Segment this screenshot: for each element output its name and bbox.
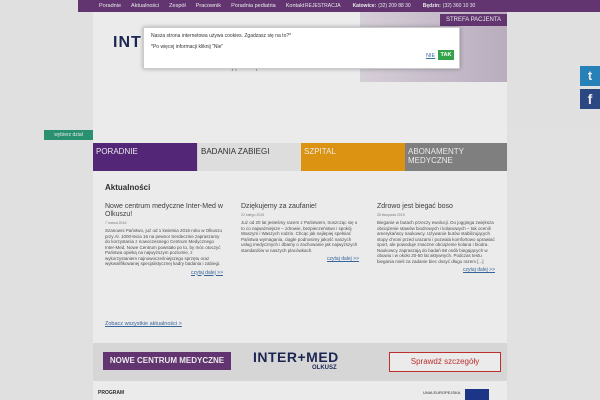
banner-brand-logo: INTER+MED <box>253 349 339 365</box>
registration-label: REJESTRACJA <box>305 3 341 9</box>
read-more-link[interactable]: czytaj dalej >> <box>241 256 359 262</box>
banner-brand-sub: OLKUSZ <box>312 365 337 371</box>
nav-item-aktualnosci[interactable]: Aktualności <box>126 0 164 12</box>
banner-cta-button[interactable]: Sprawdź szczegóły <box>389 352 501 372</box>
cookie-message: Nasza strona internetowa używa cookies. … <box>151 33 292 39</box>
bedzin-label: Będzin: <box>422 3 441 9</box>
program-logo: PROGRAM <box>98 390 125 396</box>
cookie-yes-button[interactable]: TAK <box>438 50 454 60</box>
nav-item-zespol[interactable]: Zespół <box>164 0 191 12</box>
news-date: 7 marca 2016 <box>105 221 127 225</box>
select-department-button[interactable]: wybierz dział <box>44 130 93 140</box>
read-more-link[interactable]: czytaj dalej >> <box>105 270 223 276</box>
news-heading: Aktualności <box>105 183 151 192</box>
cookie-dialog: Nasza strona internetowa używa cookies. … <box>143 27 460 69</box>
footer: PROGRAM UNIA EUROPEJSKA <box>93 388 507 400</box>
main-menu: Poradnie Aktualności Zespół Pracownik Po… <box>94 0 309 12</box>
tab-badania-zabiegi[interactable]: BADANIA ZABIEGI <box>197 143 301 171</box>
nav-item-pracownik[interactable]: Pracownik <box>191 0 226 12</box>
news-item: Nowe centrum medyczne Inter-Med w Olkusz… <box>105 203 223 276</box>
news-date: 22 lutego 2016 <box>241 213 265 217</box>
all-news-link[interactable]: Zobacz wszystkie aktualności > <box>105 321 182 327</box>
katowice-label: Katowice: <box>352 3 377 9</box>
katowice-phone: (32) 209 88 30 <box>378 3 411 9</box>
news-body: Szanowni Państwo, już od 1 kwietnia 2016… <box>105 228 223 266</box>
patient-zone-button[interactable]: STREFA PACJENTA <box>440 14 507 26</box>
tab-poradnie[interactable]: PORADNIE <box>93 143 197 171</box>
news-item: Zdrowo jest biegać boso 28 listopada 201… <box>377 203 495 273</box>
nav-item-poradnie[interactable]: Poradnie <box>94 0 126 12</box>
news-body: Już od 20 lat jesteśmy razem z Państwem,… <box>241 220 358 253</box>
news-title[interactable]: Nowe centrum medyczne Inter-Med w Olkusz… <box>105 203 223 219</box>
bedzin-phone: (32) 360 10 30 <box>442 3 476 9</box>
news-title[interactable]: Zdrowo jest biegać boso <box>377 203 495 211</box>
twitter-icon[interactable]: t <box>580 66 600 86</box>
eu-flag-icon <box>465 389 489 400</box>
news-title[interactable]: Dziękujemy za zaufanie! <box>241 203 359 211</box>
logo[interactable]: INT <box>113 34 142 52</box>
tab-szpital[interactable]: SZPITAL <box>301 143 405 171</box>
news-body: Bieganie w butach przeczy ewolucji. Do j… <box>377 220 495 264</box>
contact-bar: REJESTRACJA Katowice: (32) 209 88 30 Będ… <box>305 0 475 12</box>
promo-banner[interactable]: NOWE CENTRUM MEDYCZNE INTER+MED OLKUSZ S… <box>93 343 507 381</box>
nav-item-pediatria[interactable]: Poradnia pediatria <box>226 0 281 12</box>
news-date: 28 listopada 2015 <box>377 213 405 217</box>
tab-abonamenty[interactable]: ABONAMENTY MEDYCZNE <box>405 143 507 171</box>
cookie-more-info: *Po więcej informacji kliknij "Nie" <box>151 44 224 50</box>
cookie-no-button[interactable]: NIE <box>426 53 435 59</box>
banner-headline: NOWE CENTRUM MEDYCZNE <box>103 352 231 370</box>
news-item: Dziękujemy za zaufanie! 22 lutego 2016 J… <box>241 203 359 262</box>
read-more-link[interactable]: czytaj dalej >> <box>377 267 495 273</box>
eu-label: UNIA EUROPEJSKA <box>423 390 461 395</box>
facebook-icon[interactable]: f <box>580 89 600 109</box>
